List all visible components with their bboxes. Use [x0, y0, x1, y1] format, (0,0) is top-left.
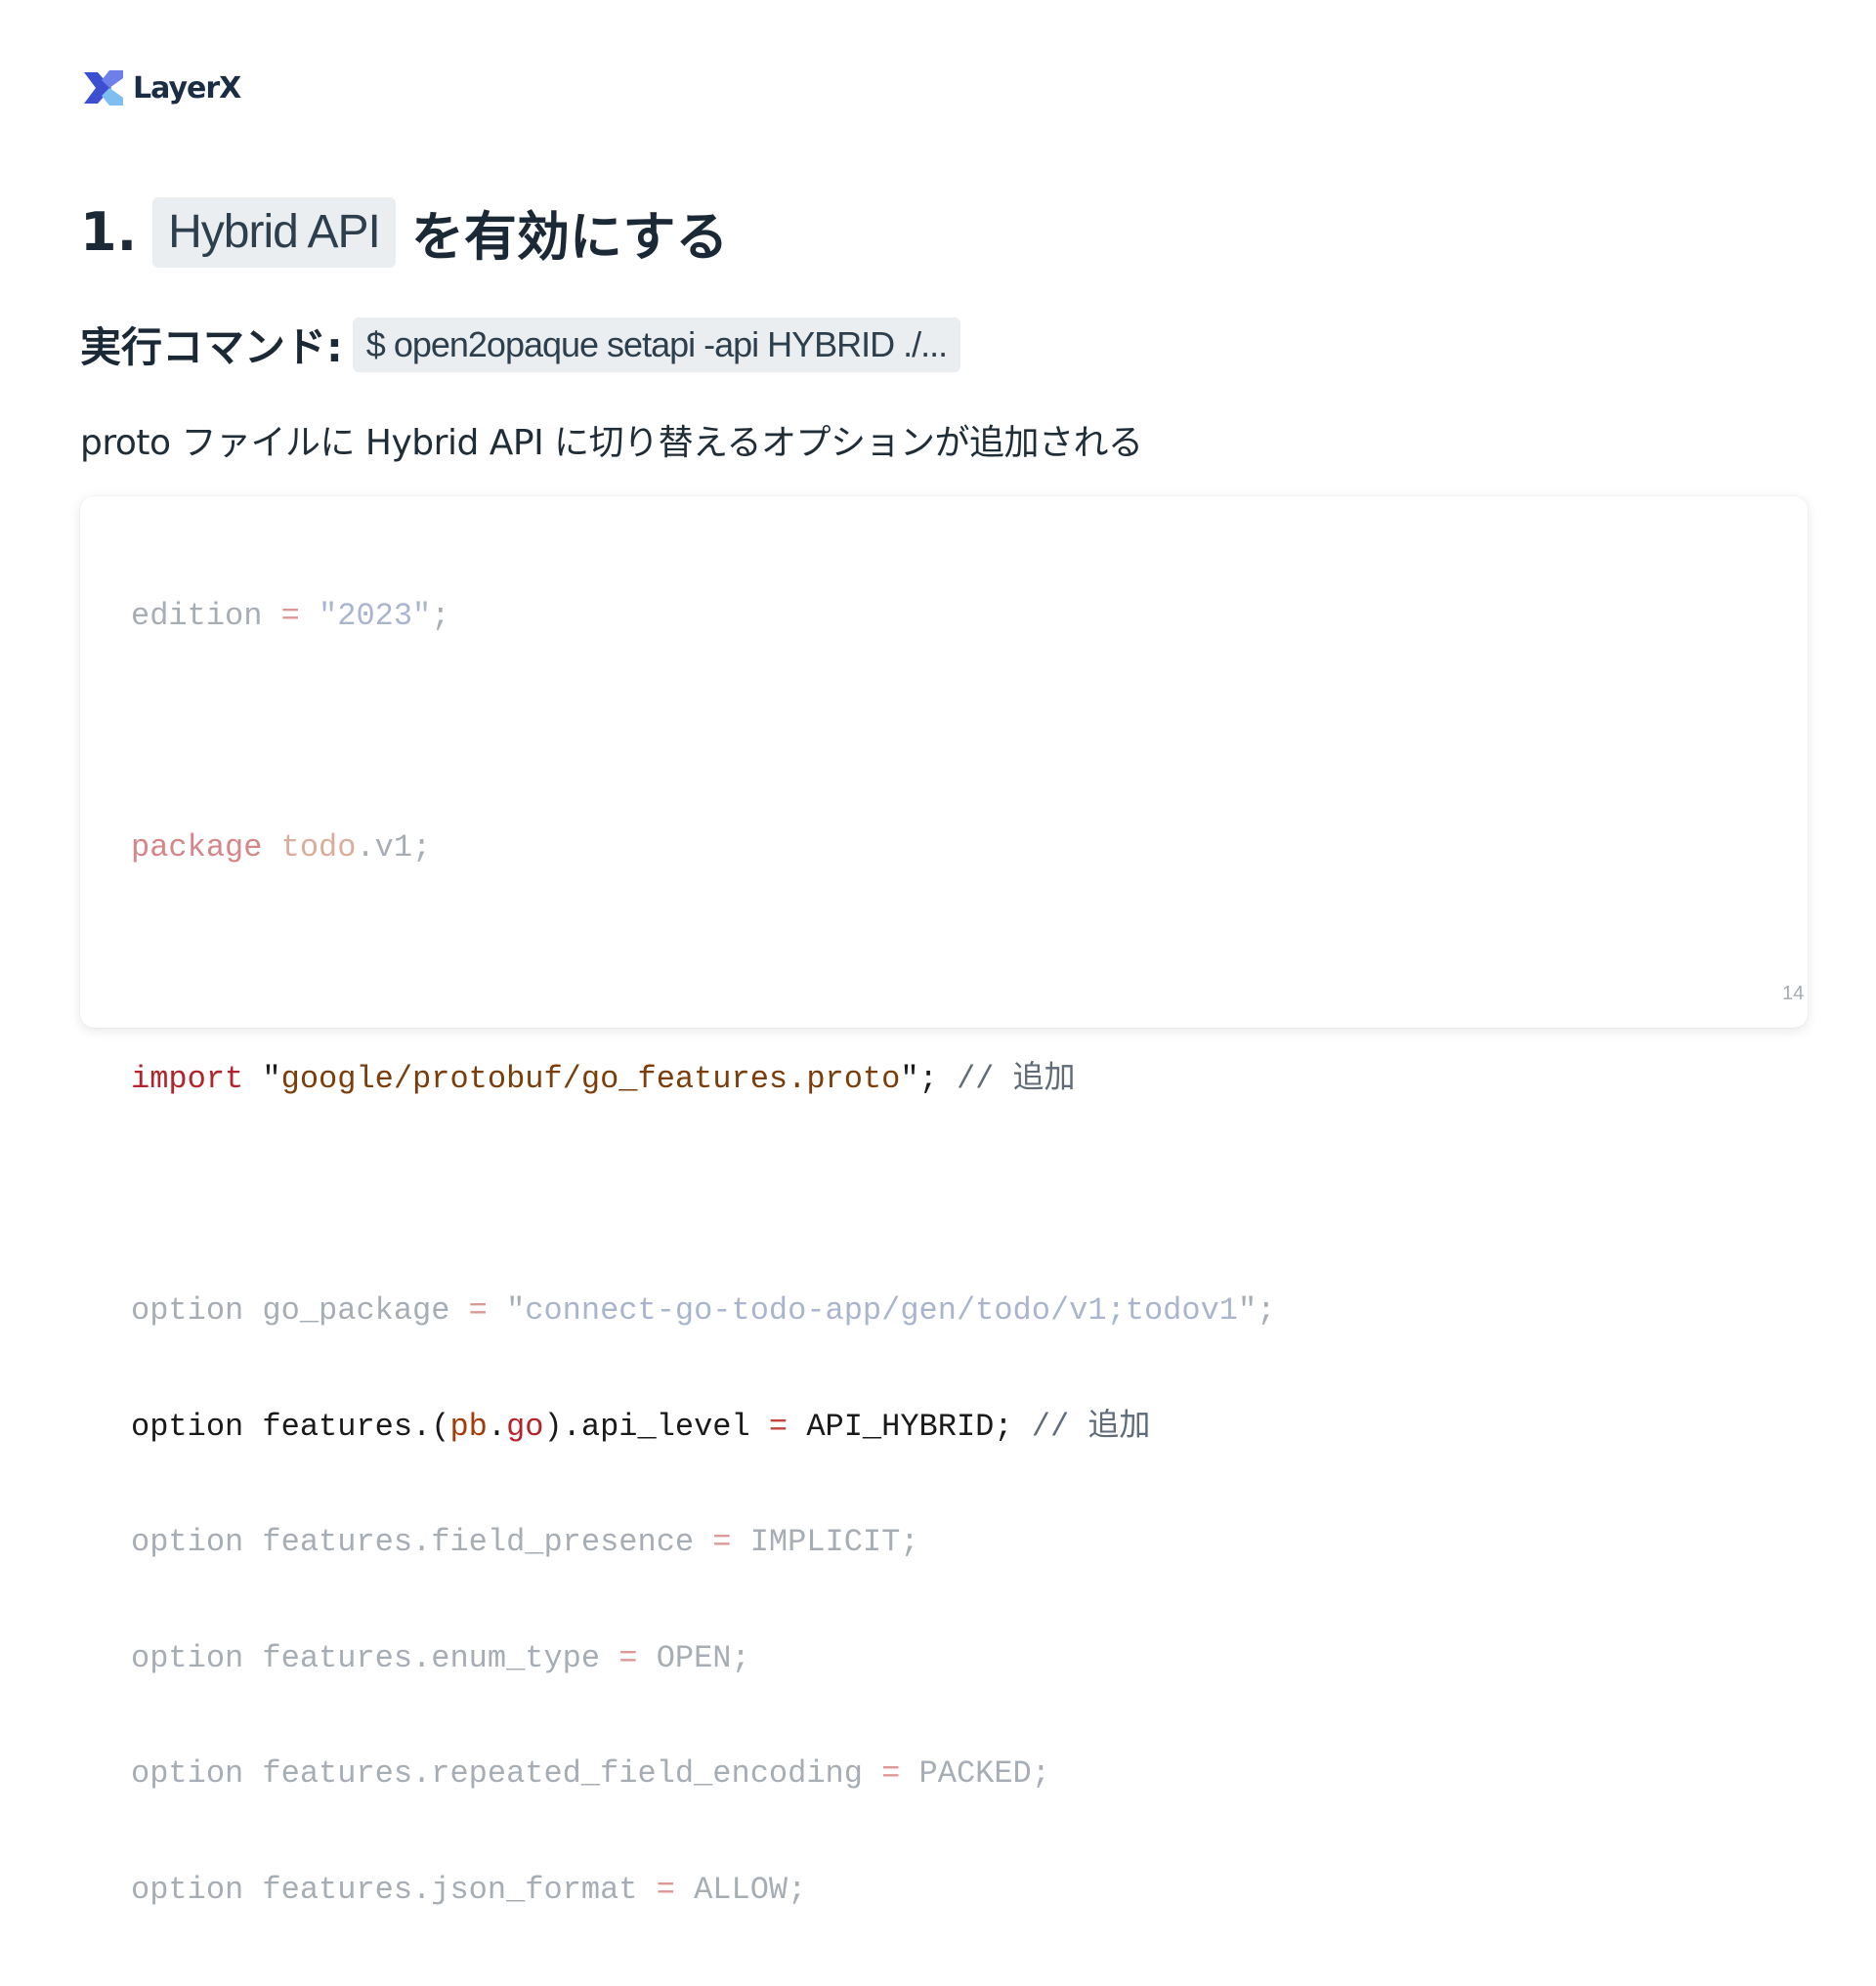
code-token: =	[881, 1755, 901, 1792]
code-token: PACKED;	[918, 1755, 1050, 1792]
code-comment: // 追加	[956, 1061, 1076, 1097]
description: proto ファイルに Hybrid API に切り替えるオプションが追加される	[80, 423, 1143, 463]
code-line-import: import "google/protobuf/go_features.prot…	[131, 1060, 1275, 1099]
code-token: ;	[1257, 1292, 1276, 1329]
code-token: option	[131, 1292, 244, 1329]
code-token: OPEN;	[656, 1639, 750, 1676]
code-token: go_package	[262, 1292, 450, 1329]
code-token: connect-go-todo-app/gen/todo/v1;todov1	[525, 1292, 1238, 1329]
code-line-api-level: option features.(pb.go).api_level = API_…	[131, 1408, 1275, 1447]
code-line-repeated: option features.repeated_field_encoding …	[131, 1754, 1275, 1794]
code-token: "	[506, 1292, 526, 1329]
code-line-edition: edition = "2023";	[131, 597, 1275, 636]
code-token: IMPLICIT;	[749, 1524, 919, 1560]
title-number: 1.	[80, 201, 138, 263]
code-token: pb	[449, 1408, 488, 1445]
code-token: =	[280, 598, 300, 634]
brand-logo: LayerX	[82, 68, 241, 107]
code-line-field-presence: option features.field_presence = IMPLICI…	[131, 1523, 1275, 1562]
code-token: =	[468, 1292, 488, 1329]
code-token: import	[131, 1061, 244, 1097]
code-token: ;	[918, 1061, 938, 1097]
code-line-go-package: option go_package = "connect-go-todo-app…	[131, 1291, 1275, 1331]
code-token: option	[131, 1408, 244, 1445]
code-token: =	[618, 1639, 638, 1676]
code-token: edition	[131, 598, 263, 634]
code-token: =	[768, 1408, 789, 1445]
title-text: を有効にする	[410, 206, 729, 268]
slide-title: 1. Hybrid API を有効にする	[80, 193, 728, 271]
code-token: ;	[431, 598, 450, 634]
page-number: 14	[1782, 983, 1805, 1004]
code-token: option	[131, 1639, 244, 1676]
code-token: option	[131, 1871, 244, 1908]
code-token: features.enum_type	[262, 1639, 601, 1676]
code-token: =	[656, 1871, 675, 1908]
code-block: edition = "2023"; package todo.v1; impor…	[80, 496, 1808, 1908]
code-lines: edition = "2023"; package todo.v1; impor…	[131, 520, 1275, 1986]
code-token: todo	[280, 829, 357, 866]
command-row: 実行コマンド: $ open2opaque setapi -api HYBRID…	[80, 315, 961, 374]
code-token: ).api_level	[543, 1408, 750, 1445]
code-token: features.json_format	[262, 1871, 638, 1908]
code-token: "	[900, 1061, 919, 1097]
code-token: features.repeated_field_encoding	[262, 1755, 863, 1792]
code-token: features.field_presence	[262, 1524, 695, 1560]
code-token: API_HYBRID;	[806, 1408, 1013, 1445]
code-token: ALLOW;	[694, 1871, 807, 1908]
code-line-package: package todo.v1;	[131, 828, 1275, 867]
code-line-enum-type: option features.enum_type = OPEN;	[131, 1639, 1275, 1678]
code-token: option	[131, 1524, 244, 1560]
logo-text: LayerX	[133, 70, 241, 106]
command-code-chip: $ open2opaque setapi -api HYBRID ./...	[352, 317, 961, 372]
code-token: go	[506, 1408, 544, 1445]
code-line-json-format: option features.json_format = ALLOW;	[131, 1871, 1275, 1910]
code-token: "2023"	[319, 598, 432, 634]
code-token: google/protobuf/go_features.proto	[280, 1061, 901, 1097]
code-token: =	[712, 1524, 732, 1560]
code-token: .	[487, 1408, 507, 1445]
code-token: .v1;	[356, 829, 432, 866]
code-token: package	[131, 829, 263, 866]
code-comment: // 追加	[1031, 1408, 1151, 1445]
layerx-logo-icon	[84, 70, 123, 106]
title-code-chip: Hybrid API	[152, 196, 396, 268]
code-token: "	[1237, 1292, 1258, 1329]
code-token: "	[262, 1061, 281, 1097]
code-token: option	[131, 1755, 244, 1792]
command-label: 実行コマンド:	[80, 323, 343, 371]
code-token: features.(	[262, 1408, 450, 1445]
